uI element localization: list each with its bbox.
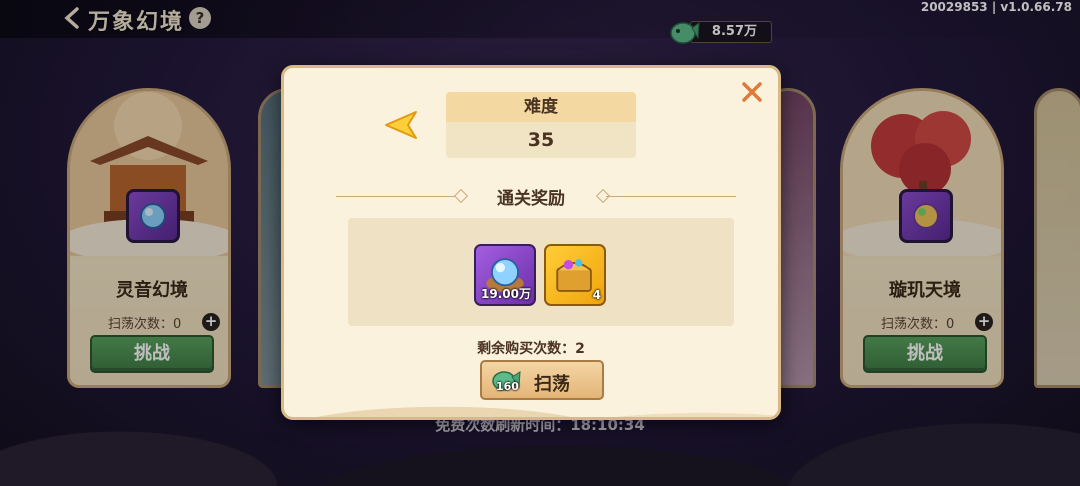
previous-arrow-icon[interactable] [380,108,420,142]
close-icon[interactable] [740,80,764,104]
reward-count: 19.00万 [481,287,531,301]
difficulty-label: 难度 [446,92,636,122]
difficulty-value: 35 [446,122,636,158]
remaining-purchases: 剩余购买次数：2 [477,341,585,357]
sweep-cost: 160 [496,380,519,393]
sweep-modal: 难度 35 通关奖励 19.00万 4 剩余购买次数：2 160 扫荡 [281,65,781,420]
difficulty-box: 难度 35 [446,92,636,158]
spirit-orb-icon[interactable]: 19.00万 [474,244,536,306]
sweep-button[interactable]: 160 扫荡 [480,360,604,400]
reward-panel: 19.00万 4 [348,218,734,326]
reward-count: 4 [592,288,601,302]
sweep-label: 扫荡 [534,374,570,395]
divider-right [606,196,736,197]
treasure-chest-icon[interactable]: 4 [544,244,606,306]
